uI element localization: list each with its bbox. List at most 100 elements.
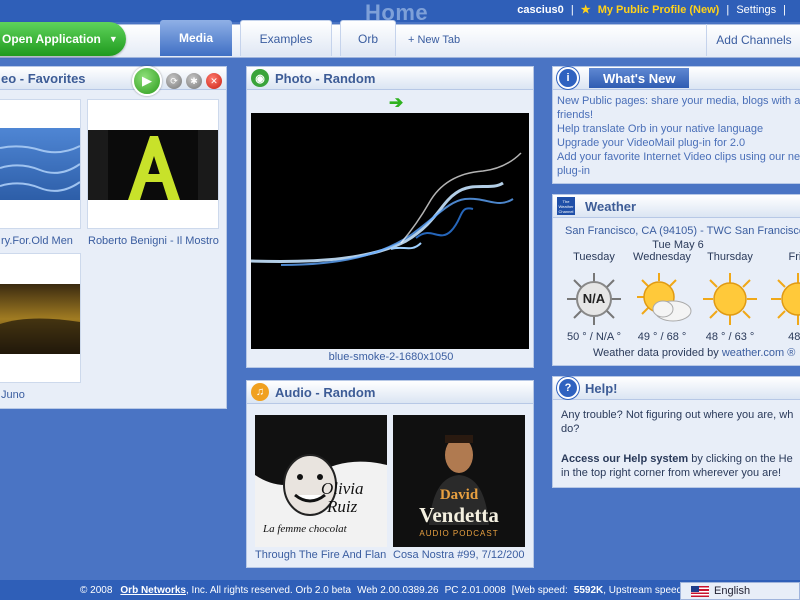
panel-title: Weather xyxy=(585,198,637,214)
user-bar: cascius0 | ★ My Public Profile (New) | S… xyxy=(517,3,790,16)
open-application-button[interactable]: Open Application ▼ xyxy=(0,22,126,56)
photo-image[interactable] xyxy=(251,113,529,349)
help-text: Access our Help system by clicking on th… xyxy=(561,453,793,465)
help-system-link[interactable]: Access our Help system xyxy=(561,453,688,465)
weather-temps: 50 ° / N/A ° xyxy=(566,331,622,343)
panel-title: What's New xyxy=(603,70,676,86)
open-application-label: Open Application xyxy=(2,32,101,46)
upstream-label: , Upstream speed: xyxy=(603,584,685,596)
tab-examples[interactable]: Examples xyxy=(240,20,332,56)
weather-temps: 48 ° xyxy=(788,331,800,343)
next-arrow-icon[interactable]: ➔ xyxy=(389,93,403,113)
separator: | xyxy=(783,4,786,16)
weather-day: Wednesday xyxy=(633,251,691,263)
help-text: Any trouble? Not figuring out where you … xyxy=(561,409,794,421)
language-label: English xyxy=(714,585,751,597)
audio-random-panel: ♫ Audio - Random Olivia Ruiz La femme ch… xyxy=(246,380,534,568)
add-channels-button[interactable]: Add Channels xyxy=(706,24,800,56)
settings-icon[interactable]: ✱ xyxy=(186,73,202,89)
smoke-image xyxy=(251,113,529,349)
weather-panel: The Weather Channel Weather San Francisc… xyxy=(552,194,800,366)
video-thumbnail-image xyxy=(88,130,218,200)
us-flag-icon xyxy=(691,585,709,597)
weather-day: Tuesday xyxy=(573,251,615,263)
panel-title: Audio - Random xyxy=(275,384,376,400)
video-thumbnail[interactable] xyxy=(87,99,219,229)
video-caption[interactable]: ry.For.Old Men xyxy=(1,235,81,247)
weather-channel-logo: The Weather Channel xyxy=(557,197,575,215)
help-text: do? xyxy=(561,423,580,435)
news-item[interactable]: Add your favorite Internet Video clips u… xyxy=(557,151,800,163)
album-title: La femme chocolat xyxy=(263,523,347,535)
copyright: © 2008 xyxy=(80,584,113,596)
video-thumbnail[interactable] xyxy=(0,99,81,229)
weather-temps: 49 ° / 68 ° xyxy=(637,331,687,343)
tab-media[interactable]: Media xyxy=(160,20,232,56)
video-caption[interactable]: Juno xyxy=(1,389,81,401)
separator: | xyxy=(726,4,730,16)
weather-location[interactable]: San Francisco, CA (94105) - TWC San Fran… xyxy=(565,225,800,237)
panel-title: eo - Favorites xyxy=(1,70,86,86)
news-item[interactable]: Help translate Orb in your native langua… xyxy=(557,123,763,135)
whats-new-title-tab: What's New xyxy=(589,68,690,88)
photo-caption[interactable]: blue-smoke-2-1680x1050 xyxy=(247,351,535,363)
weather-temps: 48 ° / 63 ° xyxy=(705,331,755,343)
album-art[interactable]: Olivia Ruiz La femme chocolat xyxy=(255,415,387,547)
web-version: Web 2.00.0389.26 xyxy=(357,584,439,596)
close-icon[interactable]: ✕ xyxy=(206,73,222,89)
chevron-down-icon: ▼ xyxy=(108,34,118,44)
video-thumbnail-image xyxy=(0,284,80,354)
help-icon: ? xyxy=(557,377,579,399)
company-link[interactable]: Orb Networks xyxy=(120,585,186,596)
weather-date: Tue May 6 xyxy=(652,239,704,251)
camera-icon: ◉ xyxy=(251,69,269,87)
panel-header: ♫ Audio - Random xyxy=(247,381,533,404)
new-tab-button[interactable]: + New Tab xyxy=(408,34,460,46)
play-icon[interactable]: ▶ xyxy=(132,66,162,96)
web-speed-label: [Web speed: xyxy=(511,584,568,596)
help-text-rest: by clicking on the He xyxy=(688,453,793,465)
news-item[interactable]: Upgrade your VideoMail plug-in for 2.0 xyxy=(557,137,745,149)
rights-text: , Inc. All rights reserved. Orb 2.0 beta xyxy=(185,584,352,596)
na-weather-label: N/A xyxy=(582,291,606,306)
weather-provider: Weather data provided by weather.com ® xyxy=(593,347,795,359)
album-art[interactable]: David Vendetta AUDIO PODCAST xyxy=(393,415,525,547)
video-toolbar: ▶ ⟳ ✱ ✕ xyxy=(132,66,222,96)
album-artist-last: Ruiz xyxy=(327,497,358,516)
weather-channel-badge: The Weather Channel xyxy=(558,198,574,214)
info-icon: i xyxy=(557,67,579,89)
audio-caption[interactable]: Through The Fire And Flan xyxy=(255,549,387,561)
album-artist-last: Vendetta xyxy=(419,503,499,527)
video-caption[interactable]: Roberto Benigni - Il Mostro xyxy=(88,235,222,247)
language-selector[interactable]: English xyxy=(680,582,800,600)
video-thumbnail[interactable] xyxy=(0,253,81,383)
album-title: AUDIO PODCAST xyxy=(419,529,499,538)
help-text: in the top right corner from wherever yo… xyxy=(561,467,782,479)
pc-version: PC 2.01.0008 xyxy=(444,584,506,596)
panel-title: Photo - Random xyxy=(275,70,376,86)
web-speed-value: 5592K xyxy=(573,584,604,596)
panel-header: i What's New xyxy=(553,67,800,90)
news-item[interactable]: New Public pages: share your media, blog… xyxy=(557,95,800,107)
panel-header: ? Help! xyxy=(553,377,800,400)
partly-cloudy-icon xyxy=(637,273,692,322)
settings-link[interactable]: Settings xyxy=(736,4,776,16)
panel-header: ◉ Photo - Random xyxy=(247,67,533,90)
username[interactable]: cascius0 xyxy=(517,4,563,16)
public-profile-link[interactable]: My Public Profile (New) xyxy=(598,4,720,16)
refresh-icon[interactable]: ⟳ xyxy=(166,73,182,89)
video-favorites-panel: eo - Favorites ▶ ⟳ ✱ ✕ ry.For.Old Men Ro… xyxy=(0,66,227,409)
album-artist-first: David xyxy=(439,487,479,503)
news-item[interactable]: friends! xyxy=(557,109,593,121)
separator: | xyxy=(570,4,574,16)
weather-day: Frid xyxy=(788,251,800,263)
help-panel: ? Help! Any trouble? Not figuring out wh… xyxy=(552,376,800,488)
sunny-icon xyxy=(771,273,800,325)
album-artist-first: Olivia xyxy=(321,479,364,498)
audio-caption[interactable]: Cosa Nostra #99, 7/12/200 xyxy=(393,549,525,561)
star-icon: ★ xyxy=(580,4,591,16)
weather-provider-link[interactable]: weather.com ® xyxy=(722,347,796,359)
sunny-icon xyxy=(703,273,757,325)
tab-orb[interactable]: Orb xyxy=(340,20,396,56)
news-item[interactable]: plug-in xyxy=(557,165,590,177)
